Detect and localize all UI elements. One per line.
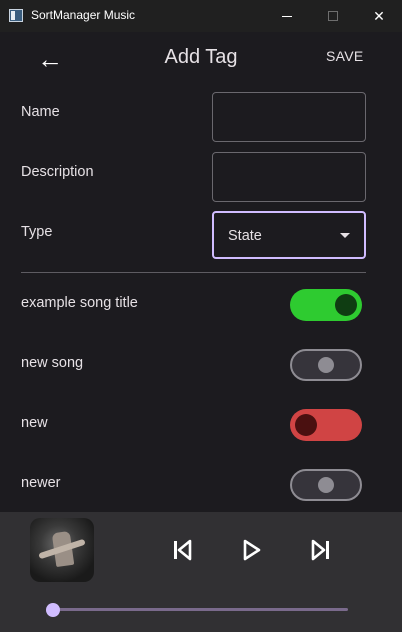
- window-titlebar: SortManager Music ✕: [0, 0, 402, 32]
- close-button[interactable]: ✕: [356, 0, 402, 32]
- song-title: newer: [21, 475, 61, 491]
- song-title: new song: [21, 355, 84, 371]
- app-bar: ← Add Tag SAVE: [0, 32, 402, 88]
- progress-slider[interactable]: [54, 608, 348, 611]
- song-title: example song title: [21, 295, 138, 311]
- tag-state-toggle[interactable]: [290, 349, 362, 381]
- minimize-icon: [282, 15, 292, 17]
- minimize-button[interactable]: [264, 0, 310, 32]
- save-button[interactable]: SAVE: [326, 48, 364, 64]
- toggle-knob: [318, 357, 334, 373]
- progress-slider-thumb[interactable]: [46, 603, 60, 617]
- toggle-knob: [335, 294, 357, 316]
- toggle-knob: [318, 477, 334, 493]
- name-field[interactable]: [212, 92, 366, 142]
- tag-state-toggle[interactable]: [290, 289, 362, 321]
- description-field[interactable]: [212, 152, 366, 202]
- type-label: Type: [21, 224, 53, 240]
- song-row: example song title: [0, 275, 402, 335]
- dropdown-arrow-icon: [340, 233, 350, 238]
- divider: [21, 272, 366, 273]
- type-select[interactable]: State: [212, 211, 366, 259]
- play-icon[interactable]: [237, 536, 265, 564]
- app-icon: [9, 9, 23, 22]
- skip-next-icon[interactable]: [307, 536, 335, 564]
- tag-state-toggle[interactable]: [290, 469, 362, 501]
- toggle-knob: [295, 414, 317, 436]
- skip-previous-icon[interactable]: [168, 536, 196, 564]
- type-select-value: State: [228, 228, 262, 244]
- tag-state-toggle[interactable]: [290, 409, 362, 441]
- song-title: new: [21, 415, 48, 431]
- name-label: Name: [21, 104, 60, 120]
- song-row: new song: [0, 335, 402, 395]
- player-bar: [0, 512, 402, 632]
- description-label: Description: [21, 164, 94, 180]
- song-row: new: [0, 395, 402, 455]
- maximize-icon: [328, 11, 338, 21]
- song-row: newer: [0, 455, 402, 515]
- window-title: SortManager Music: [31, 8, 136, 22]
- album-art: [30, 518, 94, 582]
- close-icon: ✕: [373, 7, 385, 24]
- maximize-button[interactable]: [310, 0, 356, 32]
